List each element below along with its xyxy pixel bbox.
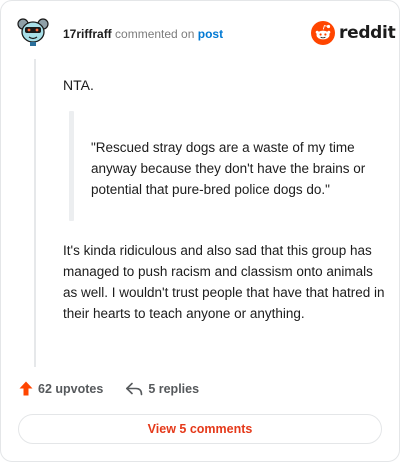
replies-button[interactable]: 5 replies [125, 382, 199, 396]
post-link[interactable]: post [198, 27, 223, 41]
comment-quote: "Rescued stray dogs are a waste of my ti… [91, 140, 366, 197]
comment-actions: 62 upvotes 5 replies [19, 381, 199, 396]
upvote-count: 62 upvotes [38, 381, 104, 396]
avatar[interactable] [17, 15, 49, 47]
comment-card: 17riffraff commented on post reddit NTA.… [0, 0, 400, 462]
thread-line[interactable] [34, 59, 36, 367]
comment-meta: 17riffraff commented on post [63, 27, 223, 41]
action-text: commented on [115, 27, 195, 41]
upvote-button[interactable]: 62 upvotes [19, 381, 103, 396]
comment-intro: NTA. [63, 77, 94, 93]
snoo-avatar-icon [17, 18, 49, 46]
view-comments-button[interactable]: View 5 comments [18, 414, 382, 444]
username-link[interactable]: 17riffraff [63, 27, 112, 41]
reply-count: 5 replies [148, 381, 200, 396]
reddit-logo[interactable]: reddit [311, 21, 396, 45]
reply-arrow-icon [126, 382, 143, 395]
reddit-logo-icon [311, 21, 335, 45]
upvote-arrow-icon [19, 381, 33, 396]
logo-wordmark: reddit [339, 23, 396, 43]
quote-bar [69, 111, 74, 221]
comment-body: It's kinda ridiculous and also sad that … [63, 243, 385, 321]
